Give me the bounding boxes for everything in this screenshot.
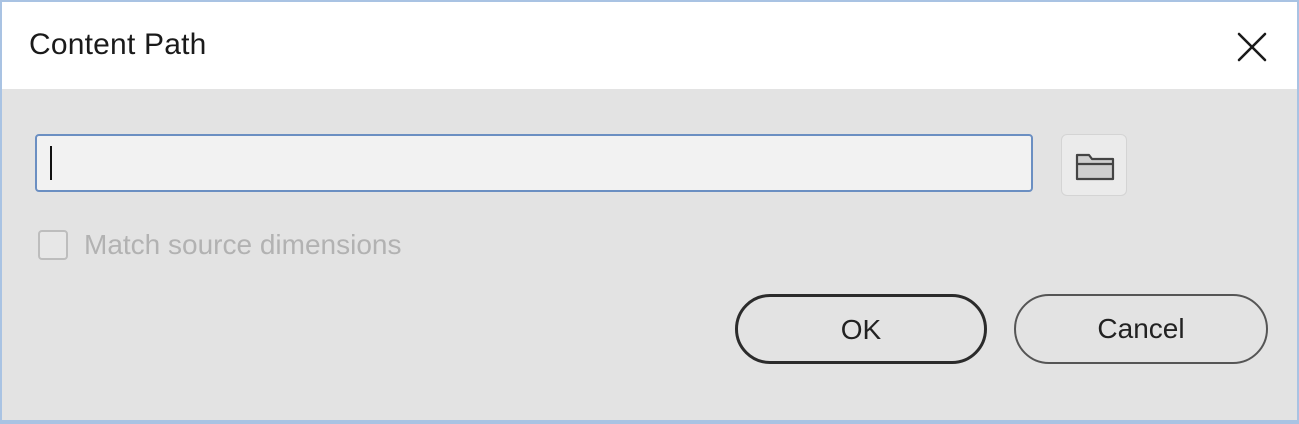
close-button[interactable] [1227, 22, 1277, 72]
match-source-label: Match source dimensions [84, 229, 402, 260]
dialog-titlebar: Content Path [2, 2, 1297, 89]
text-caret [50, 146, 52, 180]
folder-icon [1075, 153, 1115, 181]
browse-folder-button[interactable] [1061, 134, 1127, 196]
content-path-dialog: Content Path Match source dimensions OK … [0, 0, 1299, 424]
dialog-title: Content Path [29, 28, 207, 61]
match-source-checkbox[interactable] [38, 230, 68, 260]
ok-button[interactable]: OK [735, 294, 987, 364]
content-path-input[interactable] [35, 134, 1033, 192]
cancel-button[interactable]: Cancel [1014, 294, 1268, 364]
close-icon [1237, 32, 1267, 62]
